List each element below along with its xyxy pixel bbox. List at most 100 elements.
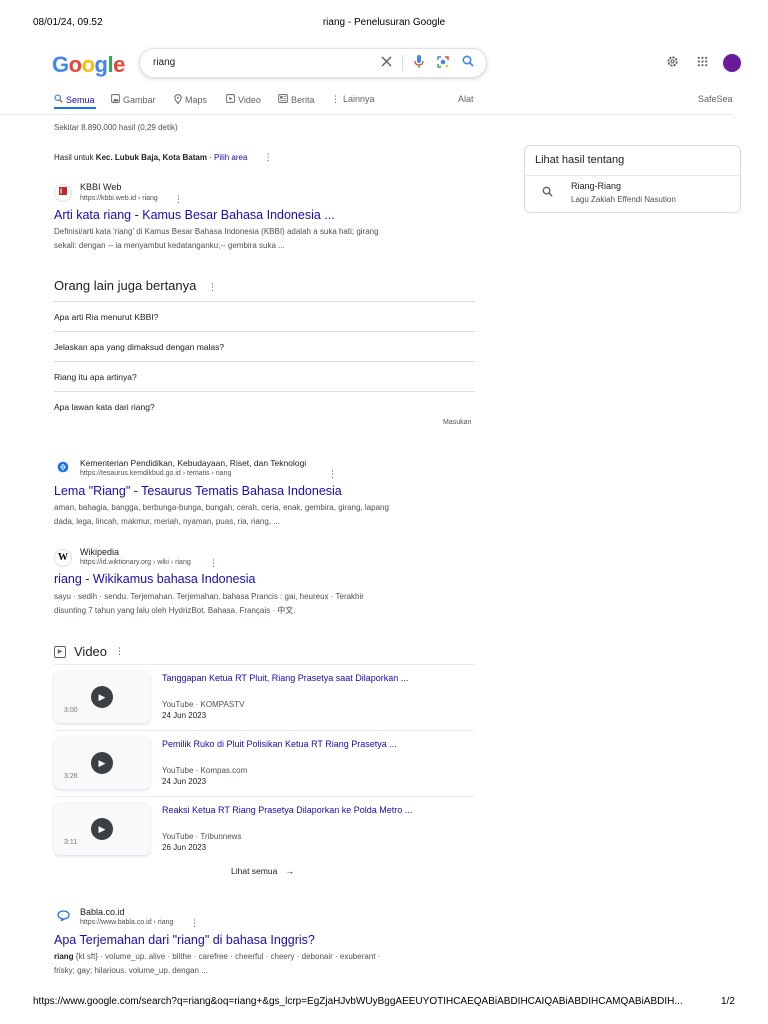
search-input[interactable]: riang <box>153 57 175 68</box>
tab-safesearch[interactable]: SafeSea <box>698 94 733 104</box>
tab-video[interactable]: Video <box>226 94 261 105</box>
snippet-line: dada, lega, lincah, makmur, meriah, nyam… <box>54 517 280 526</box>
more-vert-icon[interactable]: ⋮ <box>328 469 337 480</box>
search-box[interactable]: riang <box>139 48 487 78</box>
video-thumbnail[interactable]: ▶ 3:26 <box>54 737 150 789</box>
video-item[interactable]: ▶ 3:11 Reaksi Ketua RT Riang Prasetya Di… <box>54 796 475 862</box>
tab-semua[interactable]: Semua <box>54 94 95 105</box>
video-heading-text: Video <box>74 644 108 659</box>
video-date: 24 Jun 2023 <box>162 777 207 786</box>
microphone-icon[interactable] <box>411 55 427 71</box>
result-snippet: Definisi/arti kata 'riang' di Kamus Besa… <box>54 225 444 253</box>
tab-berita[interactable]: Berita <box>278 94 315 105</box>
paa-question[interactable]: Apa arti Ria menurut KBBI? <box>54 301 475 332</box>
video-date: 26 Jun 2023 <box>162 843 207 852</box>
video-icon: ▶ <box>54 645 66 658</box>
video-source: YouTube · KOMPASTV <box>162 700 245 709</box>
location-separator: · <box>206 153 215 162</box>
result-title-link[interactable]: Lema "Riang" - Tesaurus Tematis Bahasa I… <box>54 484 342 498</box>
video-title-link[interactable]: Pemilik Ruko di Pluit Polisikan Ketua RT… <box>162 739 397 749</box>
more-vert-icon[interactable]: ⋮ <box>264 152 273 162</box>
snippet-line: riang {kt sft} · volume_up. alive · blit… <box>54 950 444 964</box>
feedback-link[interactable]: Masukan <box>443 419 471 426</box>
close-icon[interactable] <box>378 55 394 71</box>
print-url: https://www.google.com/search?q=riang&oq… <box>33 996 683 1007</box>
news-icon <box>278 94 288 105</box>
babla-favicon <box>54 909 72 927</box>
google-logo[interactable]: Google <box>52 52 125 78</box>
result-site-name: Babla.co.id <box>80 907 125 917</box>
print-doc-title: riang - Penelusuran Google <box>322 17 446 28</box>
play-icon: ▶ <box>91 752 113 774</box>
video-duration: 3:00 <box>64 707 78 714</box>
logo-letter: e <box>113 52 125 77</box>
video-thumbnail[interactable]: ▶ 3:11 <box>54 803 150 855</box>
result-site-name: Kementerian Pendidikan, Kebudayaan, Rise… <box>80 458 307 468</box>
more-vert-icon[interactable]: ⋮ <box>174 194 183 205</box>
tab-label: Semua <box>66 94 95 105</box>
more-vert-icon: ⋮ <box>331 94 340 104</box>
see-all-videos-link[interactable]: Lihat semua → <box>231 866 294 876</box>
related-entity-link[interactable]: Riang-Riang <box>571 181 621 191</box>
active-tab-indicator <box>54 107 96 109</box>
tab-gambar[interactable]: Gambar <box>111 94 156 105</box>
panel-divider <box>525 175 740 176</box>
snippet-line: disunting 7 tahun yang lalu oleh HydrizB… <box>54 606 296 615</box>
location-place: Kec. Lubuk Baja, Kota Batam <box>95 153 207 162</box>
video-source: YouTube · Tribunnews <box>162 832 242 841</box>
gear-icon[interactable] <box>664 55 680 71</box>
result-url: https://www.babla.co.id › riang <box>80 919 174 926</box>
search-icon[interactable] <box>460 55 476 71</box>
video-item[interactable]: ▶ 3:26 Pemilik Ruko di Pluit Polisikan K… <box>54 730 475 796</box>
video-item[interactable]: ▶ 3:00 Tanggapan Ketua RT Pluit, Riang P… <box>54 664 475 730</box>
snippet-line: Definisi/arti kata 'riang' di Kamus Besa… <box>54 227 379 236</box>
more-vert-icon[interactable]: ⋮ <box>115 646 124 657</box>
snippet-line: sekali: dengan -- ia menyambut kedatanga… <box>54 241 285 250</box>
video-duration: 3:26 <box>64 773 78 780</box>
video-title-link[interactable]: Reaksi Ketua RT Riang Prasetya Dilaporka… <box>162 805 412 815</box>
paa-question[interactable]: Jelaskan apa yang dimaksud dengan malas? <box>54 331 475 362</box>
paa-question-text: Apa arti Ria menurut KBBI? <box>54 312 159 322</box>
more-vert-icon[interactable]: ⋮ <box>190 918 199 929</box>
snippet-line: frisky; gay; hilarious. volume_up. denga… <box>54 966 208 975</box>
play-icon: ▶ <box>91 686 113 708</box>
paa-question[interactable]: Apa lawan kata dari riang? <box>54 391 475 415</box>
tab-lainnya[interactable]: ⋮ Lainnya <box>331 94 375 104</box>
logo-letter: G <box>52 52 69 77</box>
result-stats: Sekitar 8.890.000 hasil (0,29 detik) <box>54 123 178 132</box>
result-title-link[interactable]: riang - Wikikamus bahasa Indonesia <box>54 572 256 586</box>
related-results-panel: Lihat hasil tentang Riang-Riang Lagu Zak… <box>524 145 741 213</box>
search-divider <box>402 55 403 71</box>
tab-label: Gambar <box>123 94 156 105</box>
video-title-link[interactable]: Tanggapan Ketua RT Pluit, Riang Prasetya… <box>162 673 408 683</box>
camera-lens-icon[interactable] <box>435 55 451 71</box>
paa-question[interactable]: Riang itu apa artinya? <box>54 361 475 392</box>
tab-alat[interactable]: Alat <box>458 94 474 104</box>
video-section-heading: ▶ Video ⋮ <box>54 644 124 659</box>
location-prefix: Hasil untuk <box>54 153 96 162</box>
result-snippet: sayu · sedih · sendu. Terjemahan. Terjem… <box>54 590 444 618</box>
kbbi-favicon <box>54 184 72 202</box>
wikipedia-icon: W <box>54 549 72 567</box>
related-entity-subtitle: Lagu Zakiah Effendi Nasution <box>571 195 676 204</box>
video-source: YouTube · Kompas.com <box>162 766 248 775</box>
paa-heading-text: Orang lain juga bertanya <box>54 278 197 293</box>
more-vert-icon[interactable]: ⋮ <box>208 282 217 292</box>
paa-question-text: Jelaskan apa yang dimaksud dengan malas? <box>54 342 225 352</box>
result-site-name: Wikipedia <box>80 547 120 557</box>
apps-grid-icon[interactable] <box>694 55 710 71</box>
snippet-text: {kt sft} · volume_up. alive · blithe · c… <box>73 952 381 961</box>
video-thumbnail[interactable]: ▶ 3:00 <box>54 671 150 723</box>
location-line: Hasil untuk Kec. Lubuk Baja, Kota Batam … <box>54 152 273 163</box>
tab-maps[interactable]: Maps <box>174 94 207 106</box>
more-vert-icon[interactable]: ⋮ <box>209 558 218 569</box>
avatar[interactable] <box>723 54 741 72</box>
video-date: 24 Jun 2023 <box>162 711 207 720</box>
choose-area-link[interactable]: Pilih area <box>214 153 247 162</box>
result-title-link[interactable]: Arti kata riang - Kamus Besar Bahasa Ind… <box>54 208 335 222</box>
video-duration: 3:11 <box>64 839 78 846</box>
video-icon <box>226 94 235 105</box>
result-title-link[interactable]: Apa Terjemahan dari "riang" di bahasa In… <box>54 933 315 947</box>
see-all-label: Lihat semua <box>231 866 278 876</box>
result-url: https://tesaurus.kemdikbud.go.id › temat… <box>80 470 232 477</box>
